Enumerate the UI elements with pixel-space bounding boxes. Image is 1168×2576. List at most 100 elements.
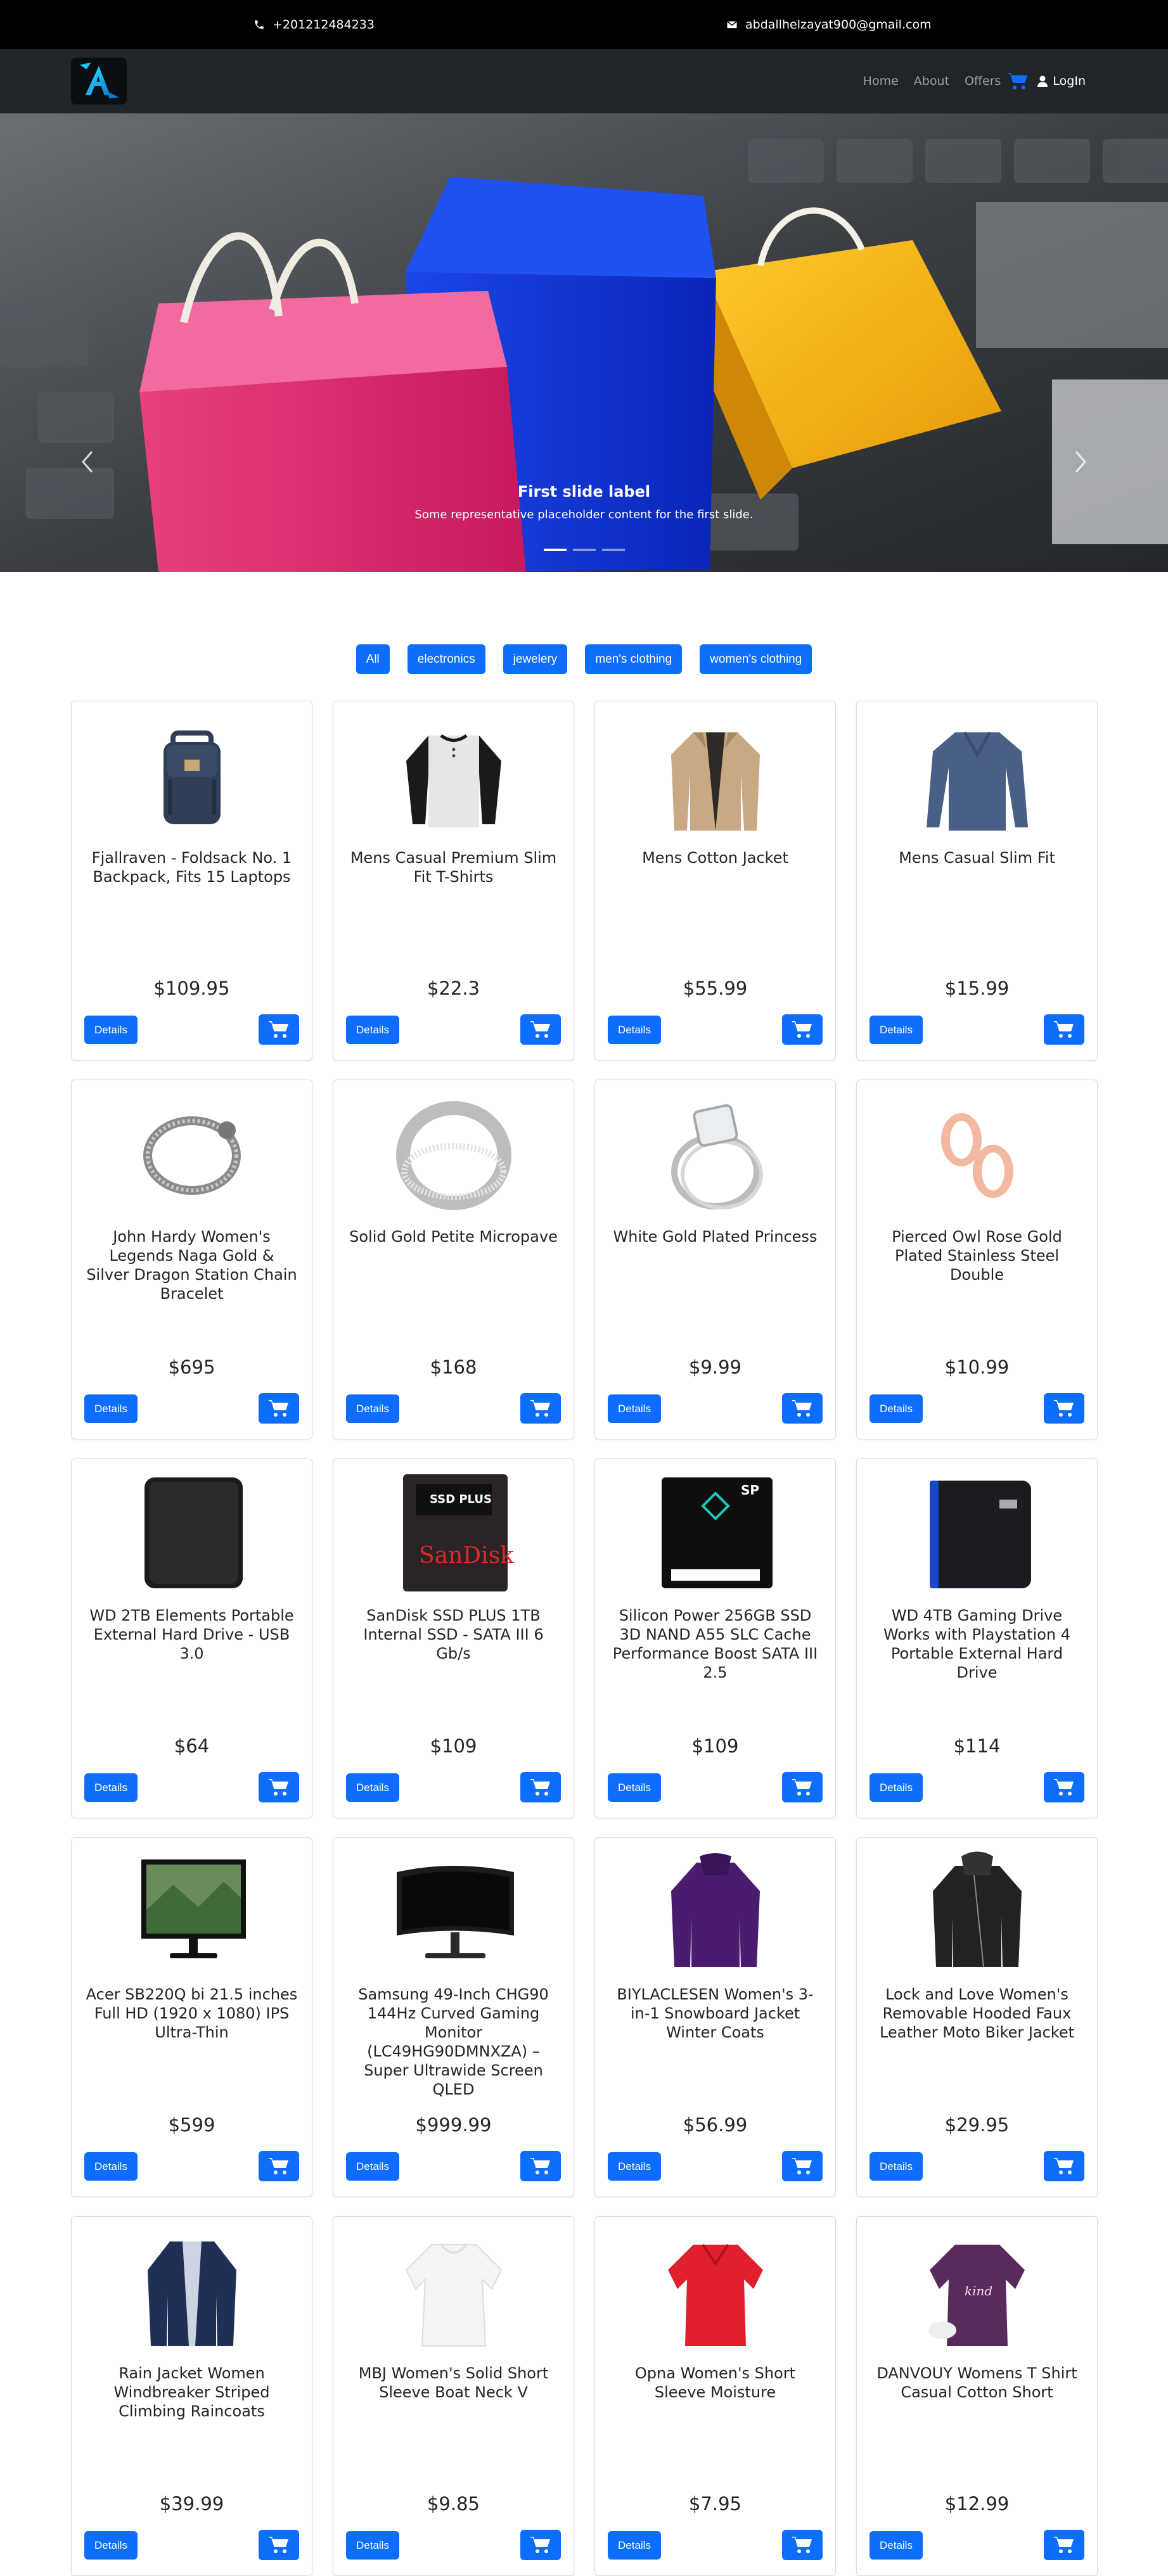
carousel-indicator[interactable]: [601, 549, 625, 551]
product-image[interactable]: SP: [595, 1468, 835, 1595]
product-image[interactable]: [72, 1847, 312, 1973]
product-image[interactable]: [857, 710, 1097, 837]
carousel-indicators: [0, 549, 1168, 551]
details-button[interactable]: Details: [608, 1394, 661, 1423]
product-image[interactable]: [333, 2226, 574, 2352]
details-button[interactable]: Details: [870, 1016, 923, 1044]
add-to-cart-button[interactable]: [782, 2530, 823, 2560]
login-link[interactable]: LogIn: [1037, 74, 1086, 88]
details-button[interactable]: Details: [346, 2531, 399, 2560]
add-to-cart-button[interactable]: [259, 1772, 299, 1802]
product-image[interactable]: kind: [857, 2226, 1097, 2352]
product-image[interactable]: [333, 710, 574, 837]
svg-text:SSD PLUS: SSD PLUS: [430, 1493, 492, 1506]
svg-text:SP: SP: [741, 1482, 759, 1498]
product-card: MBJ Women's Solid Short Sleeve Boat Neck…: [333, 2216, 574, 2576]
details-button[interactable]: Details: [346, 1773, 399, 1802]
add-to-cart-button[interactable]: [782, 1393, 823, 1424]
cart-icon: [530, 1400, 550, 1417]
details-button[interactable]: Details: [84, 2152, 138, 2181]
product-price: $9.99: [688, 1356, 742, 1378]
product-image[interactable]: [72, 1089, 312, 1216]
nav-about[interactable]: About: [914, 74, 949, 88]
product-price: $109.95: [153, 978, 230, 999]
filter-all-button[interactable]: All: [356, 644, 390, 674]
add-to-cart-button[interactable]: [259, 1014, 299, 1045]
nav-home[interactable]: Home: [863, 74, 899, 88]
add-to-cart-button[interactable]: [782, 1772, 823, 1802]
details-button[interactable]: Details: [84, 1394, 138, 1423]
add-to-cart-button[interactable]: [1044, 1014, 1084, 1045]
product-image[interactable]: [857, 1847, 1097, 1973]
product-image[interactable]: [72, 710, 312, 837]
product-image[interactable]: [333, 1847, 574, 1973]
add-to-cart-button[interactable]: [520, 2530, 561, 2560]
cart-icon: [792, 2537, 812, 2553]
add-to-cart-button[interactable]: [520, 2151, 561, 2181]
details-button[interactable]: Details: [346, 1394, 399, 1423]
product-grid: Fjallraven - Foldsack No. 1 Backpack, Fi…: [71, 701, 1098, 2576]
add-to-cart-button[interactable]: [259, 2151, 299, 2181]
product-image[interactable]: [595, 2226, 835, 2352]
product-image[interactable]: [72, 1468, 312, 1595]
product-price: $29.95: [944, 2114, 1010, 2136]
cart-icon: [530, 2537, 550, 2553]
add-to-cart-button[interactable]: [1044, 2530, 1084, 2560]
contact-bar: +201212484233 abdallhelzayat900@gmail.co…: [0, 0, 1168, 49]
filter-womens-clothing-button[interactable]: women's clothing: [700, 644, 812, 674]
add-to-cart-button[interactable]: [1044, 1393, 1084, 1424]
product-image[interactable]: [595, 710, 835, 837]
product-price: $109: [430, 1735, 477, 1757]
details-button[interactable]: Details: [870, 1773, 923, 1802]
carousel-indicator[interactable]: [572, 549, 596, 551]
add-to-cart-button[interactable]: [782, 1014, 823, 1045]
cart-icon: [1054, 1021, 1074, 1038]
carousel-next-button[interactable]: [1068, 443, 1093, 481]
details-button[interactable]: Details: [608, 2531, 661, 2560]
details-button[interactable]: Details: [84, 2531, 138, 2560]
cart-icon: [530, 2158, 550, 2174]
cart-icon: [269, 1021, 288, 1038]
add-to-cart-button[interactable]: [259, 2530, 299, 2560]
add-to-cart-button[interactable]: [520, 1393, 561, 1424]
email-address[interactable]: abdallhelzayat900@gmail.com: [745, 18, 932, 32]
filter-jewelery-button[interactable]: jewelery: [503, 644, 568, 674]
add-to-cart-button[interactable]: [520, 1014, 561, 1045]
details-button[interactable]: Details: [84, 1016, 138, 1044]
product-image[interactable]: [595, 1089, 835, 1216]
carousel-prev-button[interactable]: [75, 443, 100, 481]
product-card: Pierced Owl Rose Gold Plated Stainless S…: [856, 1080, 1098, 1439]
details-button[interactable]: Details: [870, 1394, 923, 1423]
details-button[interactable]: Details: [608, 2152, 661, 2181]
product-image[interactable]: [857, 1089, 1097, 1216]
details-button[interactable]: Details: [346, 2152, 399, 2181]
product-image[interactable]: [595, 1847, 835, 1973]
nav-cart-button[interactable]: [1007, 72, 1029, 91]
product-card: White Gold Plated Princess $9.99 Details: [594, 1080, 836, 1439]
details-button[interactable]: Details: [84, 1773, 138, 1802]
details-button[interactable]: Details: [608, 1016, 661, 1044]
snowboard-jacket-image: [671, 1853, 760, 1967]
phone-number[interactable]: +201212484233: [273, 18, 375, 32]
details-button[interactable]: Details: [608, 1773, 661, 1802]
add-to-cart-button[interactable]: [520, 1772, 561, 1802]
filter-mens-clothing-button[interactable]: men's clothing: [585, 644, 683, 674]
navbar: Home About Offers LogIn: [0, 49, 1168, 113]
add-to-cart-button[interactable]: [782, 2151, 823, 2181]
add-to-cart-button[interactable]: [259, 1393, 299, 1424]
brand-logo[interactable]: [71, 58, 127, 105]
nav-offers[interactable]: Offers: [965, 74, 1001, 88]
product-card: BIYLACLESEN Women's 3-in-1 Snowboard Jac…: [594, 1837, 836, 2197]
details-button[interactable]: Details: [870, 2152, 923, 2181]
product-image[interactable]: [857, 1468, 1097, 1595]
product-image[interactable]: [333, 1089, 574, 1216]
filter-electronics-button[interactable]: electronics: [407, 644, 485, 674]
details-button[interactable]: Details: [346, 1016, 399, 1044]
details-button[interactable]: Details: [870, 2531, 923, 2560]
add-to-cart-button[interactable]: [1044, 2151, 1084, 2181]
add-to-cart-button[interactable]: [1044, 1772, 1084, 1802]
product-image[interactable]: [72, 2226, 312, 2352]
email-contact: abdallhelzayat900@gmail.com: [726, 18, 932, 32]
carousel-indicator[interactable]: [543, 549, 567, 551]
product-image[interactable]: SSD PLUS SanDisk: [333, 1468, 574, 1595]
